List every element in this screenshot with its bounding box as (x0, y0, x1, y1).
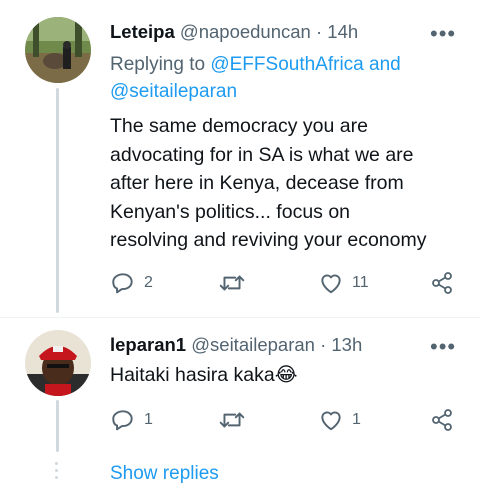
handle[interactable]: @seitaileparan (191, 334, 315, 355)
replying-prefix: Replying to (110, 54, 211, 75)
mention-seitaileparan[interactable]: @seitaileparan (110, 81, 237, 102)
separator: · (314, 334, 332, 355)
like-count: 1 (352, 411, 361, 428)
share-icon (432, 272, 452, 294)
display-name[interactable]: Leteipa (110, 21, 175, 42)
tweet-text-line: advocating for in SA is what we are (110, 143, 414, 166)
tweet-text: Haitaki hasira kaka😂 (110, 361, 298, 390)
like-count: 11 (352, 274, 369, 291)
thread-line (56, 400, 59, 452)
tweet-text: The same democracy you are advocating fo… (110, 112, 427, 255)
share-button[interactable] (430, 271, 454, 295)
thread-line (56, 88, 59, 313)
show-replies-link[interactable]: Show replies (110, 463, 219, 485)
like-button[interactable]: 11 (318, 270, 369, 296)
replying-to: Replying to @EFFSouthAfrica and @seitail… (110, 51, 401, 105)
separator: · (310, 21, 328, 42)
handle[interactable]: @napoeduncan (180, 21, 311, 42)
emoji-icon: 😂 (274, 364, 298, 386)
more-icon[interactable]: ••• (430, 23, 456, 45)
timestamp[interactable]: 14h (327, 21, 358, 42)
more-icon[interactable]: ••• (430, 336, 456, 358)
reply-icon (112, 273, 133, 294)
tweet-text-line: Kenyan's politics... focus on (110, 200, 351, 223)
thread-dots (55, 462, 60, 479)
reply-icon (112, 410, 133, 431)
mention-effsouthafrica[interactable]: @EFFSouthAfrica (210, 54, 363, 75)
retweet-icon (219, 275, 245, 291)
share-icon (432, 409, 452, 431)
reply-count: 2 (144, 274, 153, 291)
reply-count: 1 (144, 411, 153, 428)
reply-button[interactable]: 1 (110, 407, 153, 433)
retweet-button[interactable] (218, 407, 254, 433)
like-icon (321, 411, 341, 431)
like-icon (321, 274, 341, 294)
tweet-text-line: The same democracy you are (110, 115, 368, 137)
display-name[interactable]: leparan1 (110, 334, 186, 355)
avatar[interactable] (25, 17, 91, 83)
like-button[interactable]: 1 (318, 407, 361, 433)
retweet-button[interactable] (218, 270, 254, 296)
tweet-header: leparan1 @seitaileparan · 13h (110, 333, 362, 357)
share-button[interactable] (430, 408, 454, 432)
tweet-header: Leteipa @napoeduncan · 14h (110, 20, 358, 44)
replying-and: and (363, 54, 401, 75)
tweet-text-body: Haitaki hasira kaka (110, 364, 275, 386)
tweet-text-line: resolving and reviving your economy (110, 229, 427, 251)
retweet-icon (219, 412, 245, 428)
tweet-divider (0, 317, 480, 318)
tweet-text-line: after here in Kenya, decease from (110, 172, 404, 194)
timestamp[interactable]: 13h (331, 334, 362, 355)
avatar[interactable] (25, 330, 91, 396)
reply-button[interactable]: 2 (110, 270, 153, 296)
